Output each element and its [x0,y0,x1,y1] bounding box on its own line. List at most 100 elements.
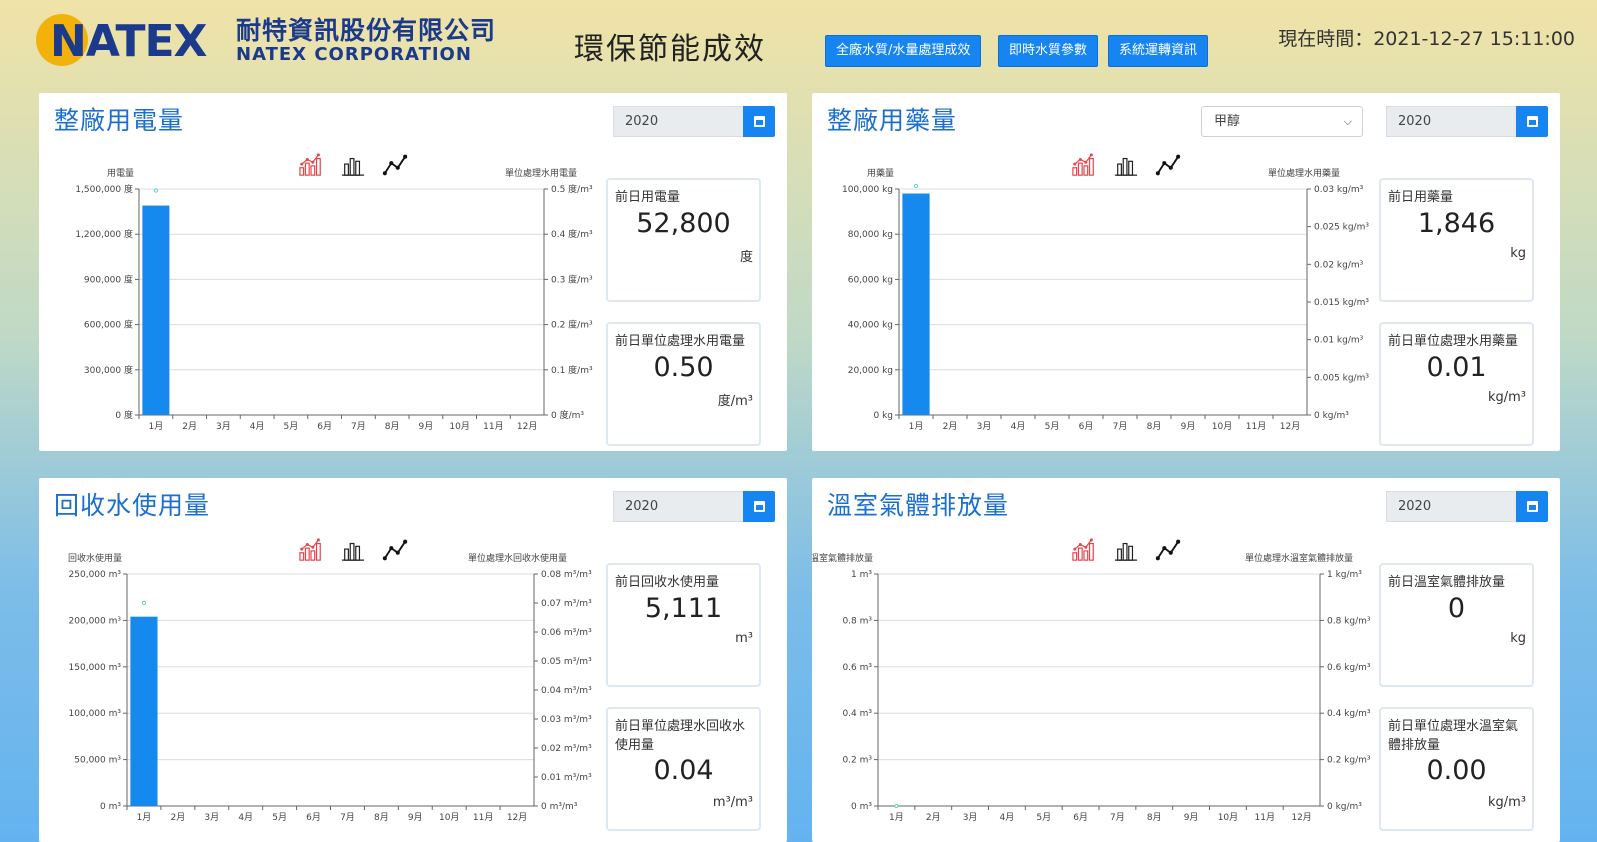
stat-value: 52,800 [636,208,731,239]
stat-value: 0.01 [1426,352,1487,383]
calendar-icon [753,501,765,512]
x-tick-label: 7月 [340,812,355,823]
y-tick-label: 40,000 kg [848,321,893,331]
y2-tick-label: 0 kg/m³ [1314,411,1349,421]
stat-card-previous-day: 前日用藥量 1,846 kg [1379,178,1534,302]
x-tick-label: 11月 [1246,421,1266,432]
calendar-button[interactable] [1516,491,1548,522]
stat-card-previous-day: 前日溫室氣體排放量 0 kg [1379,563,1534,687]
x-tick-label: 5月 [1045,421,1060,432]
x-tick-label: 1月 [889,812,904,823]
x-tick-label: 1月 [137,812,152,823]
y-axis-title: 用藥量 [867,167,894,179]
line-point[interactable] [913,183,919,189]
y2-tick-label: 0.01 m³/m³ [541,773,592,783]
y-tick-label: 0 度 [115,409,133,421]
calendar-icon [1526,116,1538,127]
year-input[interactable]: 2020 [1386,491,1516,522]
y-tick-label: 80,000 kg [848,230,893,240]
x-tick-label: 6月 [1079,421,1094,432]
y2-tick-label: 0.015 kg/m³ [1314,298,1369,308]
y2-tick-label: 0.2 kg/m³ [1327,756,1371,766]
y-tick-label: 0.6 m³ [842,663,872,673]
nav-button-treatment-results[interactable]: 全廠水質/水量處理成效 [825,35,982,67]
x-tick-label: 6月 [317,421,332,432]
stat-value: 0 [1447,593,1466,624]
stat-card-previous-day: 前日回收水使用量 5,111 m³ [606,563,761,687]
panel-chemicals: 整廠用藥量 甲醇 ⌵ 2020 用藥量 單位處理水用藥量 0 kg 20,000 kg… [812,93,1560,451]
x-tick-label: 10月 [449,421,469,432]
x-tick-label: 4月 [238,812,253,823]
y-tick-label: 100,000 m³ [69,709,122,719]
y2-tick-label: 0.4 kg/m³ [1327,709,1371,719]
bar[interactable] [142,205,170,415]
calendar-button[interactable] [743,106,775,137]
y2-tick-label: 0.3 度/m³ [551,273,593,285]
x-tick-label: 2月 [926,812,941,823]
chart-electricity: 用電量 單位處理水用電量 0 度 300,000 度 600,000 度 900,000 … [75,167,593,432]
chart-chemicals: 用藥量 單位處理水用藥量 0 kg 20,000 kg 40,000 kg 60,000 … [842,167,1369,432]
line-point[interactable] [141,600,147,606]
y-axis-title: 回收水使用量 [68,552,122,564]
y2-tick-label: 0.03 kg/m³ [1314,185,1364,195]
x-tick-label: 3月 [963,812,978,823]
stat-label: 前日單位處理水用藥量 [1388,334,1519,349]
x-tick-label: 12月 [1280,421,1300,432]
x-tick-label: 5月 [284,421,299,432]
x-tick-label: 1月 [909,421,924,432]
y2-axis-title: 單位處理水用藥量 [1268,167,1340,179]
clock-label: 現在時間： [1278,28,1374,50]
y-tick-label: 0 kg [873,411,893,421]
stat-label: 前日回收水使用量 [615,575,720,590]
year-picker[interactable]: 2020 [613,491,775,522]
x-tick-label: 7月 [1113,421,1128,432]
y-tick-label: 20,000 kg [848,366,893,376]
bar[interactable] [902,193,930,415]
y2-tick-label: 0.05 m³/m³ [541,657,592,667]
y2-tick-label: 0 kg/m³ [1327,802,1362,812]
x-tick-label: 9月 [408,812,423,823]
year-picker[interactable]: 2020 [1386,106,1548,137]
panel-electricity: 整廠用電量 2020 用電量 單位處理水用電量 0 度 300,000 度 600,00… [39,93,787,451]
calendar-button[interactable] [743,491,775,522]
x-tick-label: 11月 [1255,812,1275,823]
nav-button-system-operation[interactable]: 系統運轉資訊 [1108,35,1209,67]
year-picker[interactable]: 2020 [613,106,775,137]
x-tick-label: 7月 [1110,812,1125,823]
calendar-icon [1526,501,1538,512]
y2-tick-label: 0.04 m³/m³ [541,686,592,696]
year-input[interactable]: 2020 [613,106,743,137]
y-tick-label: 100,000 kg [842,185,893,195]
x-tick-label: 4月 [1011,421,1026,432]
x-tick-label: 11月 [483,421,503,432]
nav-button-realtime-quality[interactable]: 即時水質參數 [998,35,1099,67]
bar[interactable] [130,616,158,806]
stat-label: 前日用電量 [615,190,681,205]
year-input[interactable]: 2020 [613,491,743,522]
calendar-button[interactable] [1516,106,1548,137]
year-input[interactable]: 2020 [1386,106,1516,137]
x-tick-label: 12月 [517,421,537,432]
y-axis-title: 用電量 [107,168,134,179]
y2-tick-label: 0.07 m³/m³ [541,599,592,609]
stat-value: 5,111 [644,593,723,624]
stat-unit: 度/m³ [717,394,753,409]
y-tick-label: 300,000 度 [84,364,133,376]
brand: NATEX 耐特資訊股份有限公司 NATEX CORPORATION [36,12,496,70]
x-tick-label: 6月 [1073,812,1088,823]
stat-card-unit-previous-day: 前日單位處理水回收水使用量 0.04 m³/m³ [606,707,761,831]
stat-label: 前日溫室氣體排放量 [1388,575,1506,590]
y2-axis-title: 單位處理水溫室氣體排放量 [1245,552,1353,564]
year-picker[interactable]: 2020 [1386,491,1548,522]
y-tick-label: 600,000 度 [84,319,133,331]
y-tick-label: 250,000 m³ [69,570,122,580]
x-tick-label: 9月 [419,421,434,432]
x-tick-label: 2月 [171,812,186,823]
x-tick-label: 4月 [1000,812,1015,823]
stat-unit: kg/m³ [1487,390,1526,405]
line-point[interactable] [894,803,899,809]
line-point[interactable] [153,188,158,193]
stat-unit: kg/m³ [1487,795,1526,810]
stat-card-unit-previous-day: 前日單位處理水用藥量 0.01 kg/m³ [1379,322,1534,446]
stat-value: 0.50 [653,352,714,383]
